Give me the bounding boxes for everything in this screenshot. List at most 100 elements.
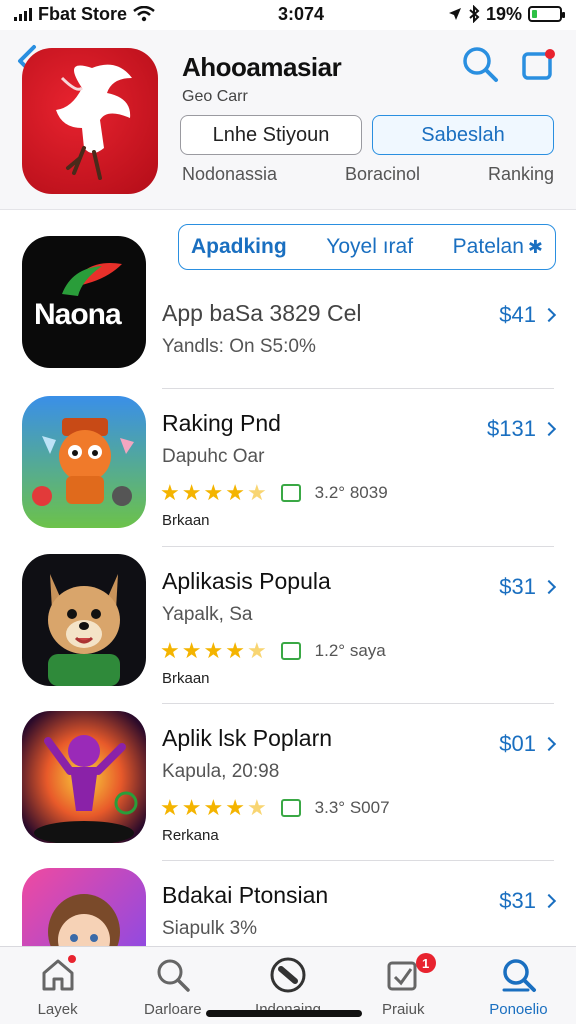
app-subtitle: Yapalk, Sa [162, 604, 253, 625]
meta-category: Boracinol [344, 164, 421, 184]
app-subtitle: Siapulk 3% [162, 918, 258, 939]
app-subtitle: Dapuhc Oar [162, 446, 265, 467]
price-button[interactable]: $01 [499, 731, 557, 757]
star-filled-icon: ★ [225, 480, 245, 505]
signal-icon [14, 7, 32, 21]
app-subtitle: Kapula, 20:98 [162, 761, 280, 782]
tab-label: Ponoelio [489, 1001, 548, 1018]
star-filled-icon: ★ [225, 795, 245, 820]
price-label: $131 [487, 416, 536, 441]
star-filled-icon: ★ [160, 638, 180, 663]
star-outline-icon: ✱ [527, 236, 543, 257]
orange-monster-icon[interactable] [22, 396, 146, 528]
star-half-icon: ★ [246, 480, 267, 505]
price-button[interactable]: $31 [499, 888, 557, 914]
price-button[interactable]: $131 [487, 416, 557, 442]
naona-logo-icon[interactable]: Naona [22, 236, 146, 368]
app-category: Brkaan [162, 670, 210, 687]
search-tab-icon [502, 959, 537, 992]
star-half-icon: ★ [246, 638, 267, 663]
chevron-right-icon [541, 421, 557, 437]
segment-apadking[interactable]: Apadking [191, 235, 287, 259]
in-app-purchase-icon [280, 484, 301, 502]
in-app-purchase-icon [280, 799, 301, 817]
star-filled-icon: ★ [225, 638, 245, 663]
price-label: $31 [499, 574, 536, 599]
dancer-character-icon[interactable] [22, 711, 146, 843]
search-icon [157, 959, 190, 992]
segmented-control: Apadking Yoyel ıraf Patelan ✱ [178, 224, 556, 270]
chevron-right-icon [541, 736, 557, 752]
primary-action-button[interactable]: Sabeslah [372, 115, 554, 155]
app-category: Brkaan [162, 512, 210, 529]
price-button[interactable]: $31 [499, 574, 557, 600]
app-subtitle: Yandls: On S5:0% [162, 336, 316, 357]
star-filled-icon: ★ [160, 480, 180, 505]
battery-percent: 19% [485, 3, 522, 24]
price-label: $31 [499, 888, 536, 913]
tab-label: Praiuk [381, 1001, 425, 1018]
row-divider [162, 388, 554, 389]
battery-icon [528, 6, 565, 22]
app-name: App baSa 3829 Cel [162, 300, 362, 326]
bluetooth-icon [469, 5, 480, 23]
app-subtitle: Geo Carr [182, 88, 248, 105]
notification-dot [68, 955, 76, 963]
naona-logo-text: Naona [34, 298, 122, 331]
star-rating: ★ ★ ★ ★ ★ 1.2° saya [160, 640, 386, 662]
star-filled-icon: ★ [181, 795, 202, 820]
in-app-purchase-icon [280, 642, 301, 660]
app-meta-row: Nodonassia Boracinol Ranking [182, 164, 554, 185]
app-category: Rerkana [162, 827, 219, 844]
meta-ranking: Ranking [487, 164, 554, 184]
star-filled-icon: ★ [203, 480, 224, 505]
star-filled-icon: ★ [203, 795, 224, 820]
chevron-right-icon [541, 307, 557, 323]
app-name: Bdakai Ptonsian [162, 882, 329, 908]
white-bird-icon [56, 64, 132, 180]
chevron-right-icon [541, 893, 557, 909]
row-divider [162, 703, 554, 704]
star-rating: ★ ★ ★ ★ ★ 3.2° 8039 [160, 482, 388, 504]
tab-praiuk[interactable]: 1 Praiuk [346, 947, 461, 1024]
row-divider [162, 860, 554, 861]
app-name: Aplik lsk Poplarn [162, 725, 333, 751]
share-icon[interactable] [520, 46, 556, 82]
updates-badge: 1 [415, 953, 436, 973]
star-filled-icon: ★ [203, 638, 224, 663]
star-filled-icon: ★ [160, 795, 180, 820]
fox-character-icon[interactable] [22, 554, 146, 686]
price-button[interactable]: $41 [499, 302, 557, 328]
status-bar: Fbat Store 3:074 19% [0, 0, 576, 28]
chevron-right-icon [541, 579, 557, 595]
rating-count: 3.2° 8039 [314, 483, 388, 502]
compass-icon [270, 957, 306, 993]
meta-country: Nodonassia [182, 164, 278, 184]
star-filled-icon: ★ [181, 638, 202, 663]
price-label: $01 [499, 731, 536, 756]
tab-label: Darloare [144, 1001, 202, 1018]
carrier-label: Fbat Store [38, 3, 128, 24]
tab-label: Layek [37, 1001, 78, 1018]
row-divider [162, 546, 554, 547]
star-rating: ★ ★ ★ ★ ★ 3.3° S007 [160, 797, 390, 819]
segment-yoyel[interactable]: Yoyel ıraf [326, 235, 413, 259]
status-time: 3:074 [277, 3, 324, 24]
tab-layek[interactable]: Layek [0, 947, 115, 1024]
app-name: Aplikasis Popula [162, 568, 331, 594]
tab-ponoelio[interactable]: Ponoelio [461, 947, 576, 1024]
location-icon [448, 8, 461, 20]
price-label: $41 [499, 302, 536, 327]
app-name: Raking Pnd [162, 410, 281, 436]
home-indicator [206, 1010, 362, 1017]
wifi-icon [133, 6, 155, 22]
search-icon[interactable] [460, 44, 500, 84]
secondary-action-button[interactable]: Lnhe Stiyoun [180, 115, 362, 155]
app-hero-icon [22, 48, 158, 194]
star-half-icon: ★ [246, 795, 267, 820]
segment-patelan[interactable]: Patelan [453, 235, 524, 259]
app-title: Ahooamasiar [182, 52, 342, 82]
rating-count: 3.3° S007 [314, 798, 390, 817]
star-filled-icon: ★ [181, 480, 202, 505]
rating-count: 1.2° saya [314, 641, 386, 660]
